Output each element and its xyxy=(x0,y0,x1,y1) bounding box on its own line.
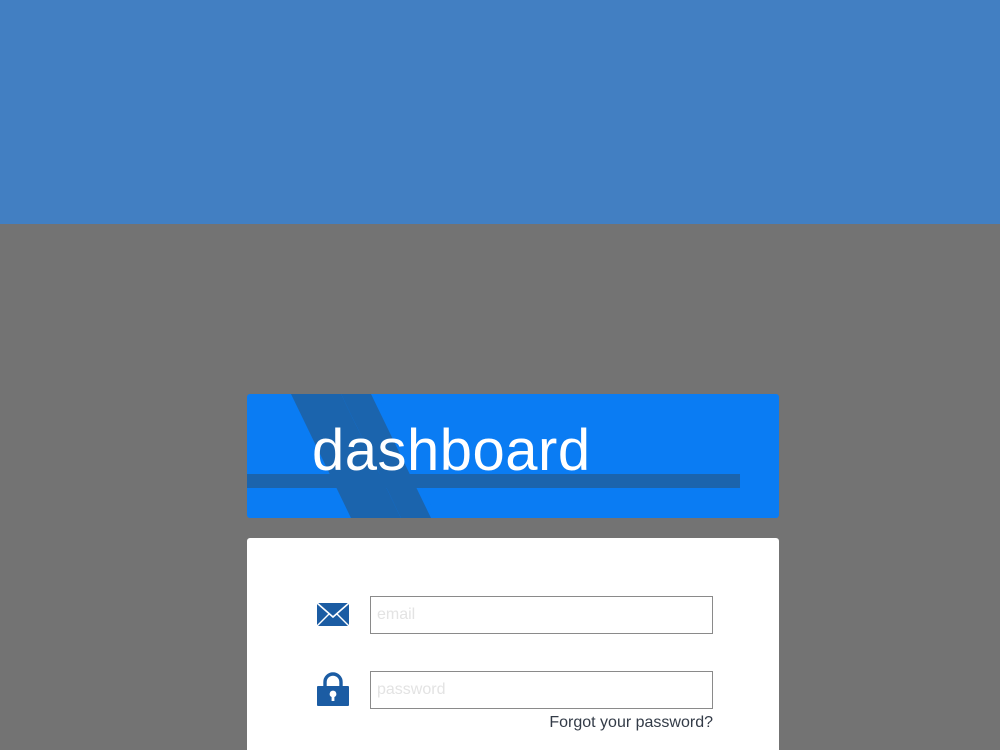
forgot-password-link[interactable]: Forgot your password? xyxy=(542,714,713,732)
email-input[interactable] xyxy=(370,596,713,634)
logo-text: dashboard xyxy=(312,418,591,483)
login-card: Forgot your password? xyxy=(247,538,779,750)
password-input[interactable] xyxy=(370,671,713,709)
envelope-icon xyxy=(316,602,350,627)
dashboard-logo: dashboard xyxy=(247,394,779,518)
lock-icon xyxy=(317,672,349,706)
top-banner xyxy=(0,0,1000,224)
